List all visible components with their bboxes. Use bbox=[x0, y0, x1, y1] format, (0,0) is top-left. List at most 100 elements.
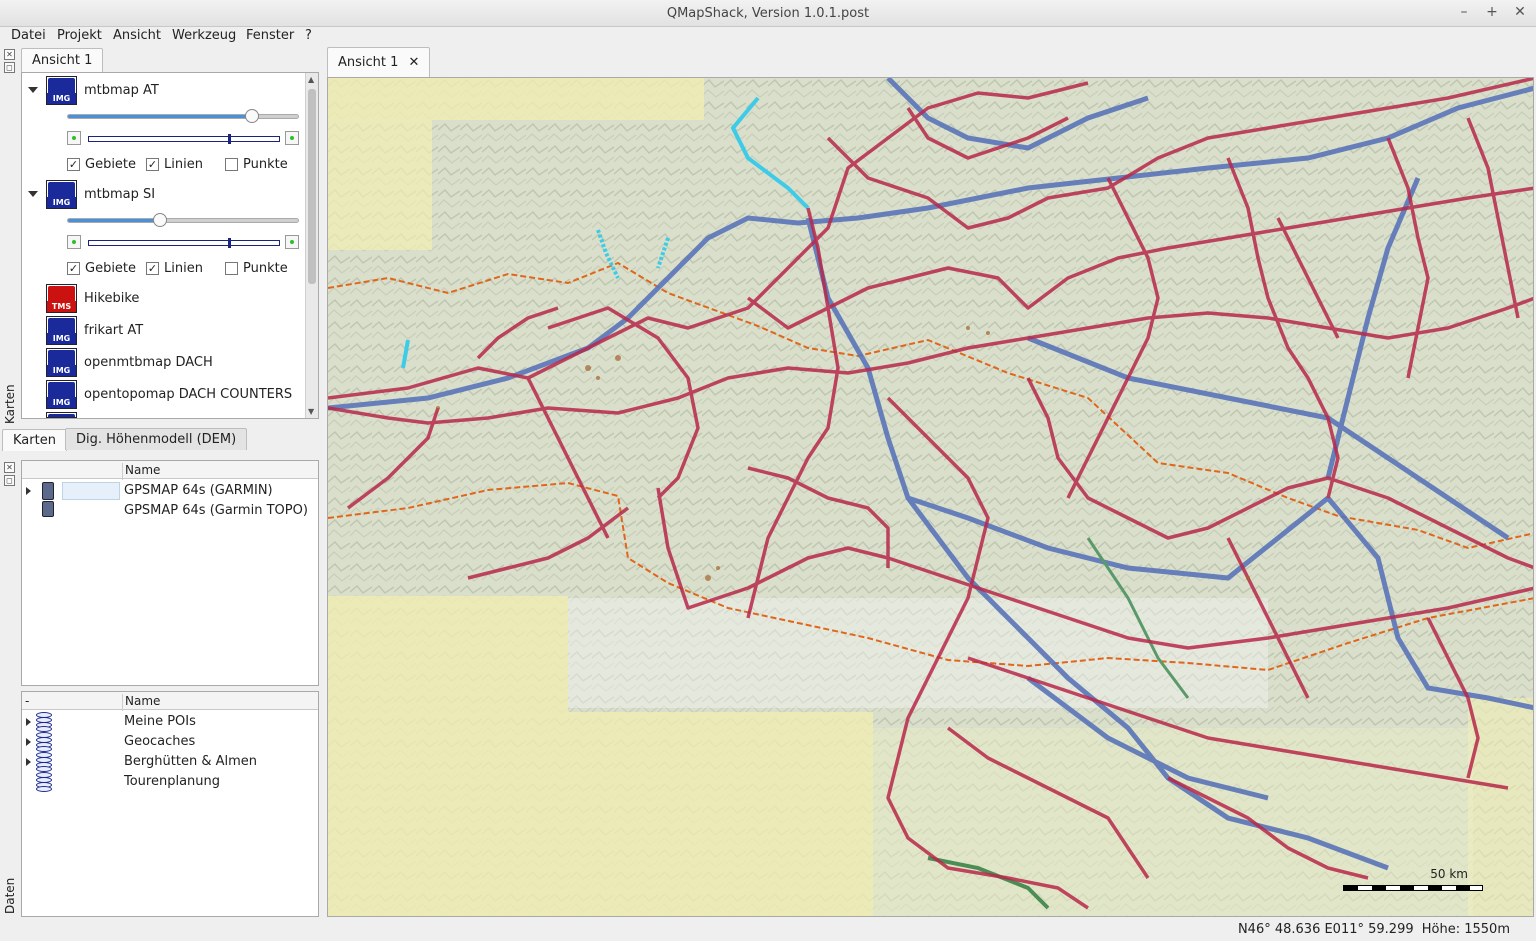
menu-datei[interactable]: Datei bbox=[11, 28, 46, 43]
database-header: - Name bbox=[22, 692, 318, 711]
opacity-slider-mtbmap-si[interactable] bbox=[67, 213, 299, 227]
device-name: GPSMAP 64s (Garmin TOPO) bbox=[124, 503, 308, 518]
devices-panel: Name GPSMAP 64s (GARMIN) GPSMAP 64s (Gar… bbox=[21, 460, 319, 686]
title-bar: QMapShack, Version 1.0.1.post – + ✕ bbox=[0, 0, 1536, 27]
status-elevation: Höhe: 1550m bbox=[1421, 922, 1510, 937]
points-checkbox[interactable] bbox=[225, 158, 238, 171]
menu-help[interactable]: ? bbox=[305, 28, 312, 43]
dock-close-icon[interactable]: ✕ bbox=[4, 462, 15, 473]
devices-name-column[interactable]: Name bbox=[122, 463, 160, 480]
tab-dem[interactable]: Dig. Höhenmodell (DEM) bbox=[65, 428, 248, 450]
tab-main-view[interactable]: Ansicht 1 ✕ bbox=[327, 47, 431, 78]
dock-float-icon[interactable]: ◻ bbox=[4, 475, 15, 486]
dock-close-icon[interactable]: ✕ bbox=[4, 49, 15, 60]
expand-db-icon[interactable] bbox=[26, 718, 31, 726]
database-name-column[interactable]: Name bbox=[122, 694, 160, 711]
window-title: QMapShack, Version 1.0.1.post bbox=[666, 6, 870, 21]
tree-row[interactable]: Tourenplanung bbox=[22, 772, 318, 792]
menu-fenster[interactable]: Fenster bbox=[246, 28, 294, 43]
slider-knob[interactable] bbox=[245, 109, 259, 123]
database-name: Geocaches bbox=[124, 734, 196, 749]
map-name-openmtbmap-dach[interactable]: openmtbmap DACH bbox=[84, 355, 213, 370]
map-canvas[interactable]: 50 km bbox=[327, 77, 1534, 917]
lines-label: Linien bbox=[164, 157, 203, 172]
database-column-0[interactable]: - bbox=[25, 694, 29, 708]
database-name: Tourenplanung bbox=[124, 774, 221, 789]
map-name-opentopomap-dach[interactable]: opentopomap DACH COUNTERS bbox=[84, 387, 292, 402]
points-label: Punkte bbox=[243, 157, 288, 172]
areas-label: Gebiete bbox=[85, 157, 137, 172]
map-list-panel: IMG mtbmap AT ✓ Gebiete ✓ Linien Punkte … bbox=[21, 72, 319, 419]
tree-row[interactable]: Geocaches bbox=[22, 732, 318, 752]
database-name: Meine POIs bbox=[124, 714, 196, 729]
database-panel: - Name Meine POIs Geocaches Berghütten &… bbox=[21, 691, 319, 917]
maps-dock-label: Karten bbox=[3, 384, 17, 424]
expand-mtbmap-si-icon[interactable] bbox=[28, 191, 38, 197]
tms-map-icon: TMS bbox=[46, 284, 77, 313]
lines-label: Linien bbox=[164, 261, 203, 276]
lines-checkbox[interactable]: ✓ bbox=[146, 158, 159, 171]
scale-min-button[interactable] bbox=[67, 131, 81, 145]
database-icon bbox=[36, 712, 52, 732]
img-map-icon: IMG bbox=[46, 180, 77, 209]
gps-device-icon bbox=[42, 482, 54, 500]
maximize-button[interactable]: + bbox=[1484, 4, 1500, 20]
img-map-icon: IMG bbox=[46, 76, 77, 105]
tab-maps[interactable]: Karten bbox=[2, 429, 67, 451]
expand-mtbmap-at-icon[interactable] bbox=[28, 87, 38, 93]
scroll-down-icon[interactable]: ▼ bbox=[308, 407, 314, 416]
dock-float-icon[interactable]: ◻ bbox=[4, 62, 15, 73]
close-window-button[interactable]: ✕ bbox=[1512, 4, 1528, 20]
map-name-mtbmap-at: mtbmap AT bbox=[84, 83, 159, 98]
scale-max-button[interactable] bbox=[285, 131, 299, 145]
scroll-thumb[interactable] bbox=[308, 89, 316, 284]
lines-checkbox[interactable]: ✓ bbox=[146, 262, 159, 275]
img-map-icon: IMG bbox=[46, 348, 77, 377]
scale-range-bar[interactable] bbox=[88, 238, 280, 248]
map-rendering bbox=[328, 78, 1533, 916]
gps-device-icon bbox=[42, 501, 54, 517]
menu-werkzeug[interactable]: Werkzeug bbox=[172, 28, 236, 43]
tab-main-view-label: Ansicht 1 bbox=[338, 55, 399, 70]
menu-ansicht[interactable]: Ansicht bbox=[113, 28, 161, 43]
areas-checkbox[interactable]: ✓ bbox=[67, 262, 80, 275]
expand-db-icon[interactable] bbox=[26, 738, 31, 746]
scroll-up-icon[interactable]: ▲ bbox=[308, 75, 314, 84]
data-dock-controls: ✕ ◻ bbox=[4, 462, 17, 488]
img-map-icon: IMG bbox=[46, 380, 77, 409]
areas-checkbox[interactable]: ✓ bbox=[67, 158, 80, 171]
slider-knob[interactable] bbox=[153, 213, 167, 227]
database-icon bbox=[36, 732, 52, 752]
expand-device-icon[interactable] bbox=[26, 487, 31, 495]
expand-db-icon[interactable] bbox=[26, 758, 31, 766]
status-bar: N46° 48.636 E011° 59.299 Höhe: 1550m bbox=[0, 919, 1536, 941]
database-name: Berghütten & Almen bbox=[124, 754, 258, 769]
tree-row[interactable]: GPSMAP 64s (Garmin TOPO) bbox=[22, 501, 318, 521]
opacity-slider-mtbmap-at[interactable] bbox=[67, 109, 299, 123]
scale-label: 50 km bbox=[1430, 867, 1468, 881]
close-tab-icon[interactable]: ✕ bbox=[409, 55, 420, 70]
device-name: GPSMAP 64s (GARMIN) bbox=[124, 483, 273, 498]
map-name-hikebike[interactable]: Hikebike bbox=[84, 291, 139, 306]
tab-view-left[interactable]: Ansicht 1 bbox=[21, 48, 104, 72]
maps-dock-controls: ✕ ◻ bbox=[4, 49, 17, 75]
menu-projekt[interactable]: Projekt bbox=[57, 28, 102, 43]
areas-label: Gebiete bbox=[85, 261, 137, 276]
devices-header: Name bbox=[22, 461, 318, 480]
menu-bar: Datei Projekt Ansicht Werkzeug Fenster ? bbox=[0, 27, 1536, 46]
map-name-frikart-at[interactable]: frikart AT bbox=[84, 323, 143, 338]
device-edit-field[interactable] bbox=[62, 482, 120, 500]
tree-row[interactable]: Berghütten & Almen bbox=[22, 752, 318, 772]
img-map-icon: IMG bbox=[46, 316, 77, 345]
tree-row[interactable]: Meine POIs bbox=[22, 712, 318, 732]
minimize-button[interactable]: – bbox=[1456, 4, 1472, 20]
scale-min-button[interactable] bbox=[67, 235, 81, 249]
map-list-scrollbar[interactable]: ▲ ▼ bbox=[305, 73, 318, 418]
scale-max-button[interactable] bbox=[285, 235, 299, 249]
scale-range-bar[interactable] bbox=[88, 134, 280, 144]
points-checkbox[interactable] bbox=[225, 262, 238, 275]
tree-row[interactable]: GPSMAP 64s (GARMIN) bbox=[22, 481, 318, 501]
img-map-icon bbox=[46, 412, 77, 418]
points-label: Punkte bbox=[243, 261, 288, 276]
database-icon bbox=[36, 772, 52, 792]
